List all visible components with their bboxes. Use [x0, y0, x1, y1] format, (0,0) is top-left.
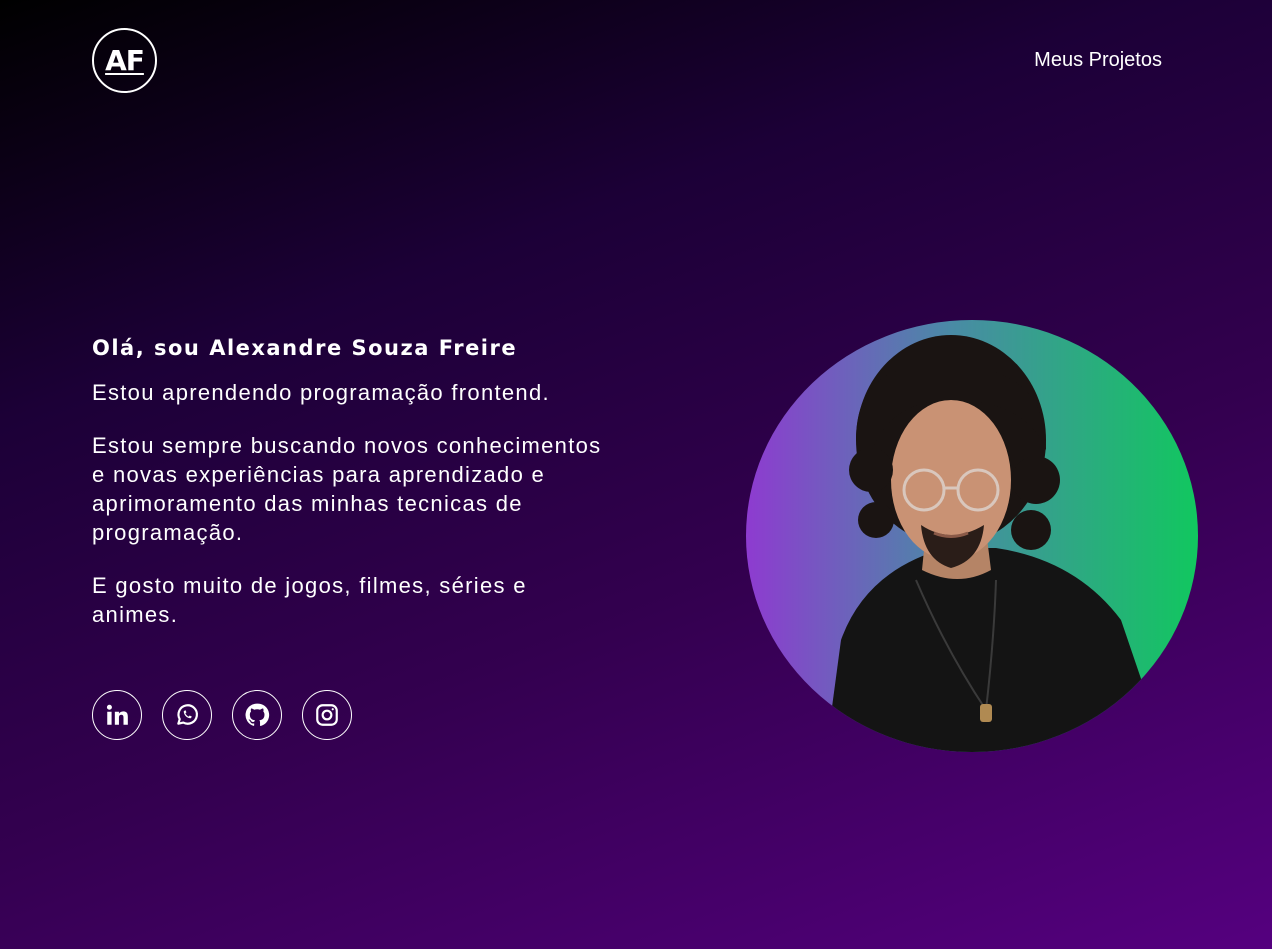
- github-icon: [245, 703, 270, 726]
- linkedin-icon: [106, 704, 128, 725]
- intro-section: Olá, sou Alexandre Souza Freire Estou ap…: [92, 336, 612, 653]
- profile-photo: [746, 320, 1198, 752]
- instagram-icon: [316, 704, 338, 726]
- linkedin-button[interactable]: [92, 690, 142, 740]
- whatsapp-icon: [177, 704, 198, 725]
- greeting-heading: Olá, sou Alexandre Souza Freire: [92, 336, 518, 360]
- logo[interactable]: AF: [92, 28, 157, 93]
- instagram-button[interactable]: [302, 690, 352, 740]
- intro-paragraph-1: Estou aprendendo programação frontend.: [92, 380, 550, 405]
- intro-paragraph-2: Estou sempre buscando novos conhecimento…: [92, 433, 602, 545]
- intro-paragraph-3: E gosto muito de jogos, filmes, séries e…: [92, 573, 527, 627]
- github-button[interactable]: [232, 690, 282, 740]
- nav-link-projects[interactable]: Meus Projetos: [1034, 49, 1162, 72]
- whatsapp-button[interactable]: [162, 690, 212, 740]
- social-links: [92, 690, 352, 740]
- profile-portrait: [826, 335, 1166, 752]
